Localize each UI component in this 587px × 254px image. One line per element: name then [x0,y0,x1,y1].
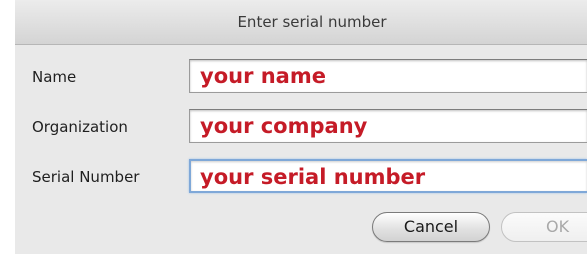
organization-row: Organization your company [15,107,587,147]
serial-number-dialog: Enter serial number Name your name Organ… [15,0,587,254]
name-label: Name [32,68,77,86]
cancel-button[interactable]: Cancel [372,212,490,242]
organization-field[interactable]: your company [189,109,587,143]
serial-number-field[interactable]: your serial number [189,159,587,193]
serial-number-row: Serial Number your serial number [15,157,587,197]
ok-button[interactable]: OK [501,212,587,242]
dialog-title: Enter serial number [237,13,387,31]
dialog-titlebar: Enter serial number [15,0,587,45]
organization-label: Organization [32,118,128,136]
name-row: Name your name [15,57,587,97]
serial-number-label: Serial Number [32,168,140,186]
name-field[interactable]: your name [189,59,587,93]
